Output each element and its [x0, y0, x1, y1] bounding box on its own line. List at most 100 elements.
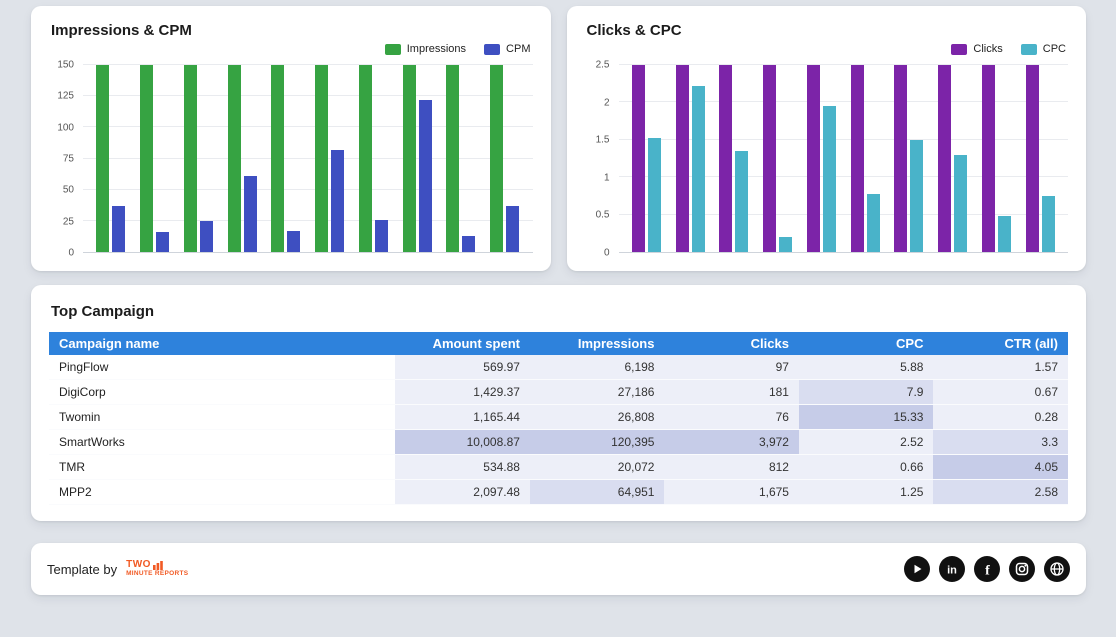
column-header: CPC	[799, 332, 934, 355]
cpm-bar	[375, 220, 388, 252]
legend-label: Clicks	[973, 43, 1002, 55]
cpc-bar	[735, 151, 748, 252]
value-cell: 97	[664, 355, 799, 380]
campaign-name-cell: DigiCorp	[49, 380, 395, 405]
clicks-cpc-card: Clicks & CPC ClicksCPC 00.511.522.5	[567, 6, 1087, 271]
y-axis-tick: 1.5	[596, 135, 610, 146]
impressions-bar	[490, 65, 503, 252]
logo-line2: MINUTE REPORTS	[126, 571, 188, 578]
clicks-bar	[807, 65, 820, 252]
value-cell: 569.97	[395, 355, 530, 380]
legend-swatch-icon	[385, 44, 401, 55]
y-axis-tick: 2	[604, 97, 610, 108]
impressions-cpm-card: Impressions & CPM ImpressionsCPM 0255075…	[31, 6, 551, 271]
y-axis-tick: 75	[63, 154, 74, 165]
bar-group	[1026, 65, 1055, 252]
impressions-bar	[359, 65, 372, 252]
value-cell: 812	[664, 455, 799, 480]
top-campaign-card: Top Campaign Campaign nameAmount spentIm…	[31, 285, 1086, 521]
y-axis: 00.511.522.5	[585, 65, 619, 253]
cpm-bar	[331, 150, 344, 252]
legend-item: CPC	[1021, 43, 1066, 55]
cpm-bar	[462, 236, 475, 252]
value-cell: 76	[664, 405, 799, 430]
bar-group	[490, 65, 519, 252]
value-cell: 64,951	[530, 480, 665, 505]
y-axis-tick: 0.5	[596, 210, 610, 221]
table-row: DigiCorp1,429.3727,1861817.90.67	[49, 380, 1068, 405]
template-by-label: Template by	[47, 562, 117, 577]
logo-line1: TWO	[126, 560, 151, 570]
value-cell: 1,165.44	[395, 405, 530, 430]
svg-text:f: f	[985, 564, 990, 579]
website-icon[interactable]	[1044, 556, 1070, 582]
y-axis-tick: 0	[68, 248, 74, 259]
value-cell: 2,097.48	[395, 480, 530, 505]
value-cell: 120,395	[530, 430, 665, 455]
cpc-bar	[954, 155, 967, 252]
value-cell: 534.88	[395, 455, 530, 480]
chart-title: Clicks & CPC	[587, 22, 1069, 39]
clicks-bar	[763, 65, 776, 252]
two-minute-reports-logo: TWO MINUTE REPORTS	[126, 560, 188, 578]
clicks-bar	[676, 65, 689, 252]
y-axis-tick: 25	[63, 216, 74, 227]
cpm-bar	[244, 176, 257, 252]
facebook-icon[interactable]: f	[974, 556, 1000, 582]
cpc-bar	[823, 106, 836, 252]
column-header: Amount spent	[395, 332, 530, 355]
chart-legend: Clicks CPC	[585, 43, 1067, 55]
impressions-bar	[446, 65, 459, 252]
legend-item: Impressions	[385, 43, 466, 55]
cpm-bar	[506, 206, 519, 252]
footer-bar: Template by TWO MINUTE REPORTS in f	[31, 543, 1086, 595]
value-cell: 2.52	[799, 430, 934, 455]
value-cell: 26,808	[530, 405, 665, 430]
clicks-bar	[982, 65, 995, 252]
bar-group	[632, 65, 661, 252]
campaign-name-cell: TMR	[49, 455, 395, 480]
table-row: TMR534.8820,0728120.664.05	[49, 455, 1068, 480]
value-cell: 3,972	[664, 430, 799, 455]
table-row: MPP22,097.4864,9511,6751.252.58	[49, 480, 1068, 505]
campaign-name-cell: Twomin	[49, 405, 395, 430]
value-cell: 3.3	[933, 430, 1068, 455]
bar-group	[184, 65, 213, 252]
legend-item: Clicks	[951, 43, 1002, 55]
value-cell: 0.66	[799, 455, 934, 480]
template-by: Template by TWO MINUTE REPORTS	[47, 560, 188, 578]
impressions-bar	[96, 65, 109, 252]
y-axis-tick: 1	[604, 172, 610, 183]
cpc-bar	[1042, 196, 1055, 252]
chart-legend: ImpressionsCPM	[49, 43, 531, 55]
clicks-bar	[632, 65, 645, 252]
linkedin-icon[interactable]: in	[939, 556, 965, 582]
bar-group	[807, 65, 836, 252]
value-cell: 181	[664, 380, 799, 405]
value-cell: 0.67	[933, 380, 1068, 405]
cpm-bar	[112, 206, 125, 252]
instagram-icon[interactable]	[1009, 556, 1035, 582]
impressions-bar	[271, 65, 284, 252]
youtube-icon[interactable]	[904, 556, 930, 582]
cpc-bar	[998, 216, 1011, 252]
logo-bars-icon	[153, 561, 163, 570]
y-axis-tick: 2.5	[596, 60, 610, 71]
bar-group	[851, 65, 880, 252]
cpm-bar	[419, 100, 432, 252]
column-header: Clicks	[664, 332, 799, 355]
bar-group	[719, 65, 748, 252]
clicks-bar	[851, 65, 864, 252]
impressions-bar	[184, 65, 197, 252]
value-cell: 2.58	[933, 480, 1068, 505]
clicks-bar	[719, 65, 732, 252]
campaign-name-cell: SmartWorks	[49, 430, 395, 455]
legend-swatch-icon	[951, 44, 967, 55]
bar-group	[982, 65, 1011, 252]
bar-group	[763, 65, 792, 252]
value-cell: 1,429.37	[395, 380, 530, 405]
campaign-name-cell: PingFlow	[49, 355, 395, 380]
table-title: Top Campaign	[51, 303, 1068, 320]
charts-row: Impressions & CPM ImpressionsCPM 0255075…	[31, 6, 1086, 271]
bar-group	[271, 65, 300, 252]
